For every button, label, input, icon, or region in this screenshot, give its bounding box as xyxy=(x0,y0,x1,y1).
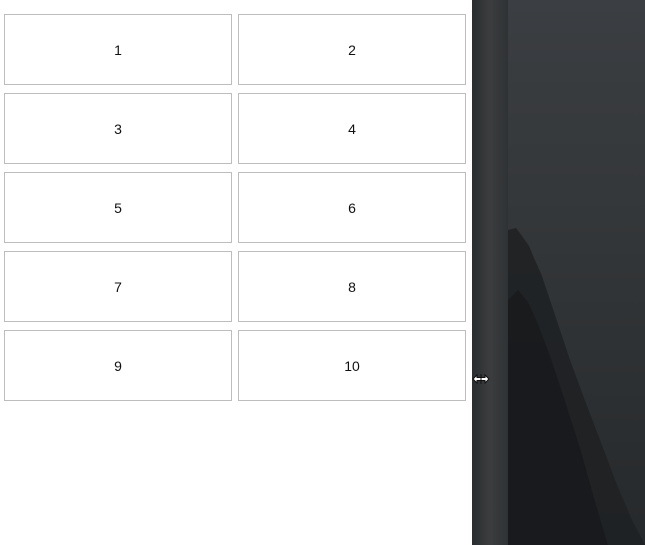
grid-card-label: 1 xyxy=(114,41,122,58)
resize-horizontal-cursor-icon[interactable] xyxy=(472,372,490,386)
browser-content: 1 2 3 4 5 6 7 8 9 10 xyxy=(0,0,472,545)
grid-card-7[interactable]: 7 xyxy=(4,251,232,322)
grid-card-1[interactable]: 1 xyxy=(4,14,232,85)
grid-card-10[interactable]: 10 xyxy=(238,330,466,401)
grid-card-6[interactable]: 6 xyxy=(238,172,466,243)
grid-card-label: 4 xyxy=(348,120,356,137)
grid-card-2[interactable]: 2 xyxy=(238,14,466,85)
grid-card-8[interactable]: 8 xyxy=(238,251,466,322)
grid-card-label: 8 xyxy=(348,278,356,295)
grid-card-label: 7 xyxy=(114,278,122,295)
grid-card-label: 6 xyxy=(348,199,356,216)
mountain-silhouette xyxy=(508,228,645,545)
card-grid: 1 2 3 4 5 6 7 8 9 10 xyxy=(4,14,466,401)
grid-card-label: 9 xyxy=(114,357,122,374)
grid-card-3[interactable]: 3 xyxy=(4,93,232,164)
grid-card-label: 10 xyxy=(344,357,360,374)
grid-card-label: 3 xyxy=(114,120,122,137)
grid-card-9[interactable]: 9 xyxy=(4,330,232,401)
grid-card-4[interactable]: 4 xyxy=(238,93,466,164)
grid-card-5[interactable]: 5 xyxy=(4,172,232,243)
desktop-background xyxy=(472,0,645,545)
grid-card-label: 2 xyxy=(348,41,356,58)
grid-card-label: 5 xyxy=(114,199,122,216)
